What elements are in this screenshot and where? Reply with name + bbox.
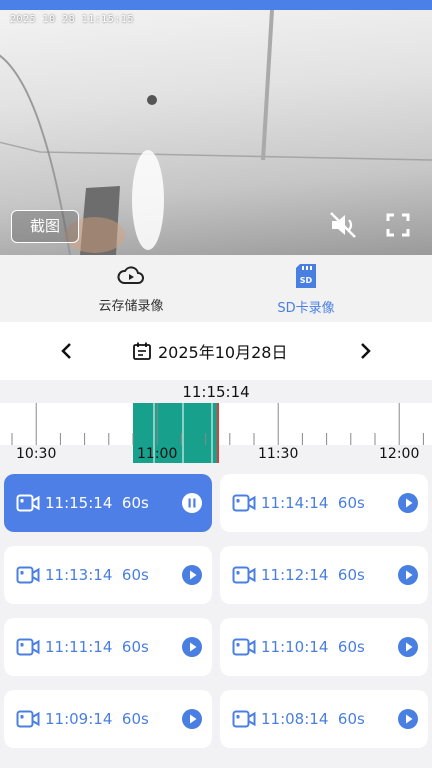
recording-duration: 60s	[337, 638, 365, 656]
pause-icon[interactable]	[182, 493, 202, 513]
tab-cloud-label: 云存储录像	[98, 299, 164, 314]
recording-time: 11:15:14	[45, 494, 113, 512]
recording-label: 11:14:14 60s	[261, 494, 365, 512]
recording-label: 11:13:14 60s	[45, 566, 149, 584]
timeline-tick-label: 11:00	[137, 446, 177, 462]
video-camera-icon	[16, 710, 40, 728]
video-camera-icon	[232, 710, 256, 728]
video-camera-icon	[16, 638, 40, 656]
status-bar-strip	[0, 0, 432, 10]
sd-card-icon: SD	[296, 264, 316, 288]
calendar-icon	[133, 342, 151, 360]
chevron-left-icon	[61, 343, 71, 359]
video-camera-icon	[232, 566, 256, 584]
record-source-tabs: 云存储录像 SD SD卡录像	[0, 255, 432, 322]
recording-duration: 60s	[121, 710, 149, 728]
recording-time: 11:12:14	[261, 566, 329, 584]
next-day-button[interactable]	[354, 340, 376, 362]
play-icon[interactable]	[398, 709, 418, 729]
recording-time: 11:11:14	[45, 638, 113, 656]
recording-label: 11:08:14 60s	[261, 710, 365, 728]
timeline-current-time: 11:15:14	[182, 383, 250, 401]
play-icon[interactable]	[182, 709, 202, 729]
recording-item[interactable]: 11:14:14 60s	[220, 474, 428, 532]
recording-label: 11:10:14 60s	[261, 638, 365, 656]
play-icon[interactable]	[398, 493, 418, 513]
recording-time: 11:13:14	[45, 566, 113, 584]
tab-sd-label: SD卡录像	[277, 301, 335, 316]
recording-duration: 60s	[337, 566, 365, 584]
timeline-tick-label: 12:00	[379, 446, 419, 462]
recording-item[interactable]: 11:10:14 60s	[220, 618, 428, 676]
recording-duration: 60s	[337, 494, 365, 512]
tab-cloud-recording[interactable]: 云存储录像	[61, 263, 201, 314]
recording-item[interactable]: 11:13:14 60s	[4, 546, 212, 604]
video-camera-icon	[16, 566, 40, 584]
video-camera-icon	[232, 494, 256, 512]
play-icon[interactable]	[182, 637, 202, 657]
current-date: 2025年10月28日	[158, 343, 288, 362]
recording-label: 11:12:14 60s	[261, 566, 365, 584]
recording-duration: 60s	[337, 710, 365, 728]
fullscreen-button[interactable]	[386, 213, 410, 237]
timeline-panel: 11:15:14 10:30 11:00 11:30 12:00	[0, 380, 432, 470]
recording-duration: 60s	[121, 566, 149, 584]
speaker-muted-icon	[330, 212, 356, 238]
date-selector: 2025年10月28日	[0, 322, 432, 380]
recording-time: 11:10:14	[261, 638, 329, 656]
mute-toggle[interactable]	[328, 210, 358, 240]
recording-duration: 60s	[121, 638, 149, 656]
recording-item[interactable]: 11:11:14 60s	[4, 618, 212, 676]
recording-item[interactable]: 11:15:14 60s	[4, 474, 212, 532]
svg-text:SD: SD	[300, 276, 313, 285]
recording-label: 11:11:14 60s	[45, 638, 149, 656]
recording-time: 11:14:14	[261, 494, 329, 512]
live-video-view[interactable]: 2025 10 28 11:15:15 截图	[0, 10, 432, 255]
recording-item[interactable]: 11:09:14 60s	[4, 690, 212, 748]
play-icon[interactable]	[182, 565, 202, 585]
recording-item[interactable]: 11:12:14 60s	[220, 546, 428, 604]
chevron-right-icon	[361, 343, 371, 359]
fullscreen-icon	[386, 213, 410, 237]
snapshot-button[interactable]: 截图	[11, 210, 79, 243]
tab-sd-recording[interactable]: SD SD卡录像	[236, 263, 376, 316]
timeline-ruler[interactable]: 10:30 11:00 11:30 12:00	[0, 403, 432, 463]
date-picker[interactable]: 2025年10月28日	[132, 339, 287, 363]
play-icon[interactable]	[398, 565, 418, 585]
video-camera-icon	[232, 638, 256, 656]
play-icon[interactable]	[398, 637, 418, 657]
recording-item[interactable]: 11:08:14 60s	[220, 690, 428, 748]
timeline-tick-label: 10:30	[16, 446, 56, 462]
timeline-scale: 10:30 11:00 11:30 12:00	[11, 403, 424, 463]
recording-time: 11:08:14	[261, 710, 329, 728]
previous-day-button[interactable]	[56, 340, 78, 362]
recording-list: 11:15:14 60s 11:14:14 60s 11:13:14 60s 11:1…	[0, 470, 432, 768]
recording-label: 11:09:14 60s	[45, 710, 149, 728]
osd-timestamp: 2025 10 28 11:15:15	[10, 14, 134, 25]
cloud-play-icon	[117, 266, 144, 284]
video-camera-icon	[16, 494, 40, 512]
recording-duration: 60s	[121, 494, 149, 512]
recording-time: 11:09:14	[45, 710, 113, 728]
recording-label: 11:15:14 60s	[45, 494, 149, 512]
timeline-tick-label: 11:30	[258, 446, 298, 462]
